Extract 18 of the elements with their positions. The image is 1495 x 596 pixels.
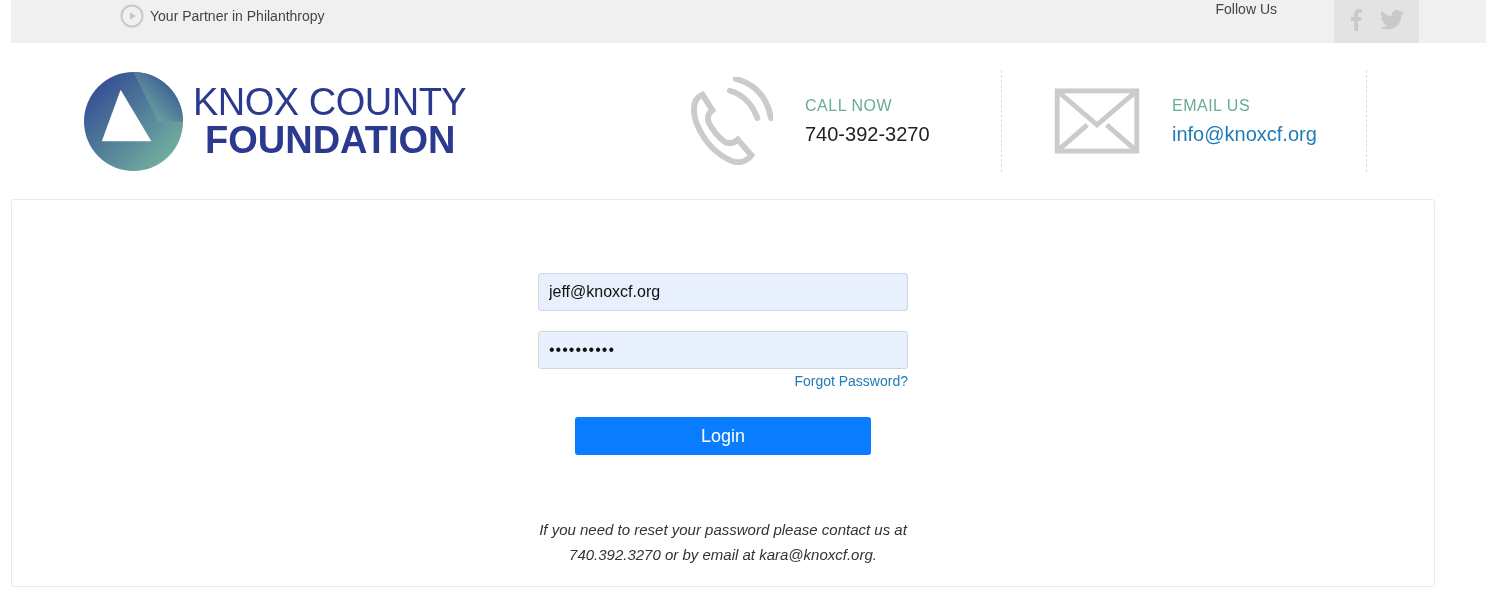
email-link[interactable]: info@knoxcf.org bbox=[1172, 122, 1317, 146]
logo-icon bbox=[84, 71, 183, 171]
email-field[interactable]: jeff@knoxcf.org bbox=[538, 273, 908, 311]
facebook-icon[interactable] bbox=[1349, 8, 1362, 31]
follow-label: Follow Us bbox=[1215, 1, 1277, 17]
contact-label: EMAIL US bbox=[1172, 96, 1252, 115]
forgot-password-link[interactable]: Forgot Password? bbox=[794, 373, 908, 389]
contact-label: CALL NOW bbox=[805, 96, 893, 115]
password-field[interactable]: •••••••••• bbox=[538, 331, 908, 369]
logo-title: KNOX COUNTY bbox=[193, 83, 467, 121]
phone-number: 740-392-3270 bbox=[805, 122, 930, 146]
play-icon bbox=[120, 4, 144, 28]
help-text: If you need to reset your password please contact us at 740.392.3270 or by email at kara@knoxcf.org. bbox=[538, 520, 909, 565]
tagline: Your Partner in Philanthropy bbox=[150, 8, 325, 24]
bird-icon[interactable] bbox=[1379, 9, 1404, 30]
login-button[interactable]: Login bbox=[575, 417, 871, 455]
logo-subtitle: FOUNDATION bbox=[205, 121, 457, 159]
envelope-icon bbox=[1054, 88, 1140, 154]
